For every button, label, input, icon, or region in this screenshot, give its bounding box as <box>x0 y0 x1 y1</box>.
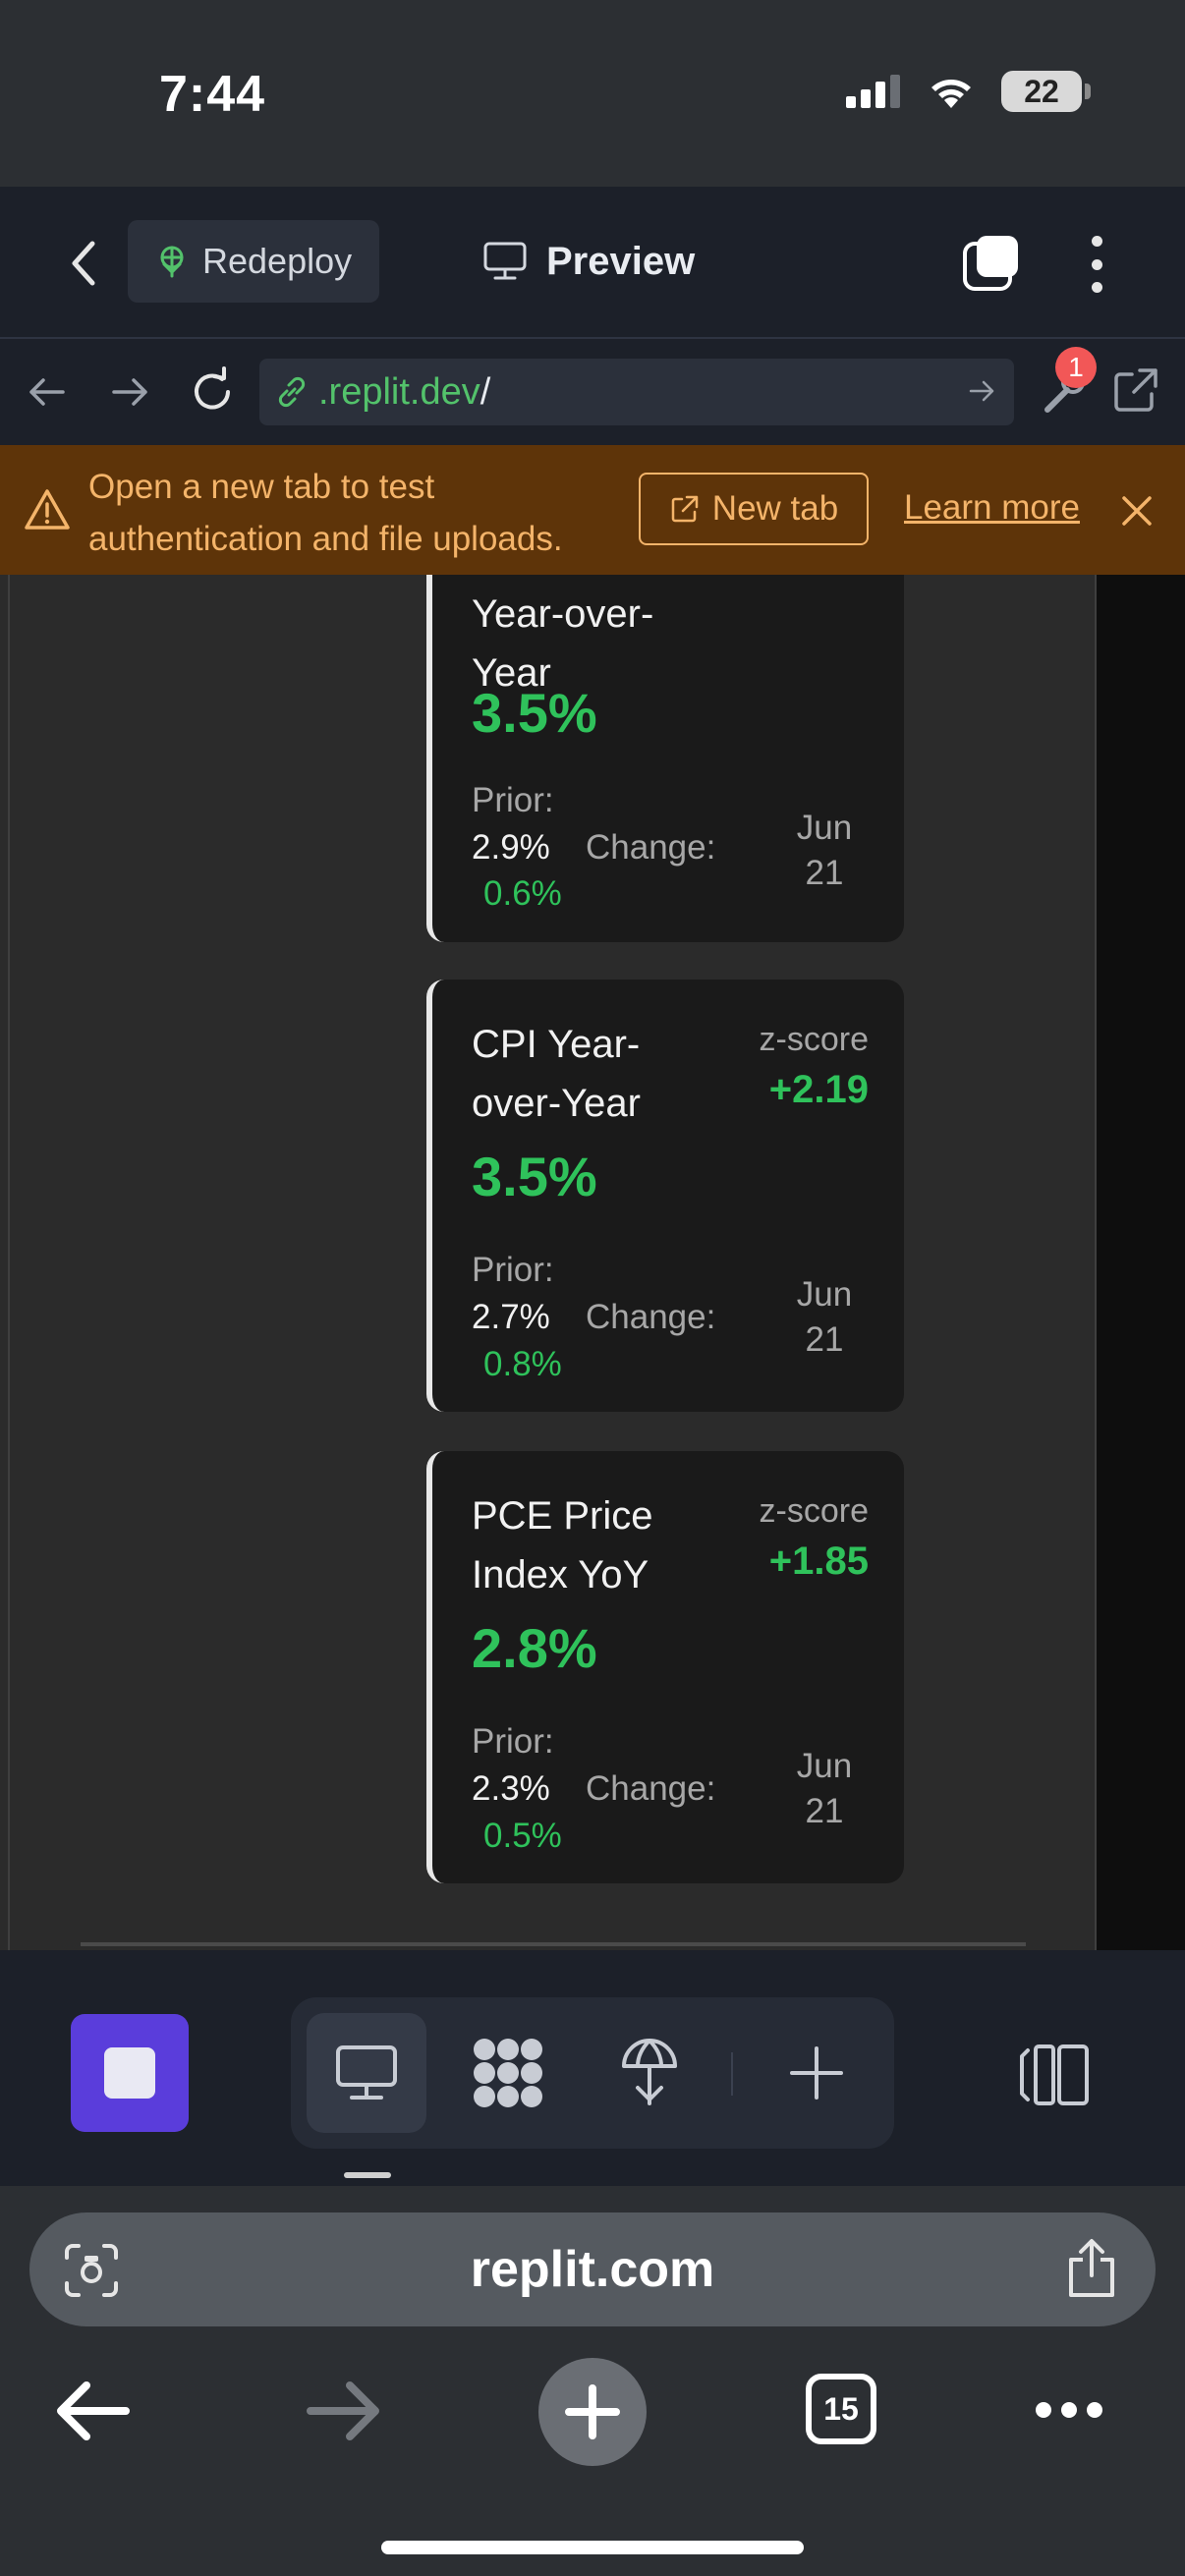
arrow-left-icon[interactable] <box>20 364 75 420</box>
prior-value: 2.3% <box>472 1769 550 1808</box>
deploy-icon <box>622 2039 677 2105</box>
tabs-count-button[interactable]: 15 <box>806 2374 876 2444</box>
replit-header: Redeploy Preview <box>0 187 1185 339</box>
card-title: PCE Price Index YoY <box>472 1494 653 1596</box>
arrow-right-icon[interactable] <box>305 2380 383 2442</box>
stop-button[interactable] <box>71 2014 189 2132</box>
monitor-icon <box>483 242 527 280</box>
learn-more-link[interactable]: Learn more <box>904 488 1080 528</box>
replit-toolbar <box>0 1950 1185 2186</box>
tab-preview-monitor[interactable] <box>307 2013 426 2133</box>
wifi-icon <box>931 80 971 108</box>
change-value: 0.5% <box>483 1817 562 1855</box>
prior-label: Prior: <box>472 1251 554 1289</box>
arrow-right-icon[interactable] <box>965 374 998 408</box>
status-time: 7:44 <box>159 66 266 123</box>
card-value: 2.8% <box>472 1617 597 1679</box>
prior-label: Prior: <box>472 781 554 819</box>
redeploy-label: Redeploy <box>202 241 353 281</box>
z-score-label: z-score <box>759 1492 869 1530</box>
plus-icon <box>790 2046 843 2100</box>
arrow-right-icon[interactable] <box>102 364 157 420</box>
apps-icon <box>474 2039 542 2107</box>
date-label: Jun 21 <box>796 809 853 892</box>
panel-icon[interactable] <box>1018 2041 1093 2109</box>
more-horizontal-icon[interactable] <box>1034 2395 1104 2425</box>
deploy-icon <box>160 246 184 278</box>
home-indicator <box>381 2541 804 2554</box>
tab-apps[interactable] <box>448 2013 568 2133</box>
metric-card: CPI Year-over-Year z-score +2.19 3.5% Pr… <box>426 980 904 1412</box>
new-tab-button[interactable]: New tab <box>639 473 869 545</box>
metric-card: PCE Price Index YoY z-score +1.85 2.8% P… <box>426 1451 904 1883</box>
tab-preview[interactable]: Preview <box>483 220 695 303</box>
card-value: 3.5% <box>472 1146 597 1207</box>
change-value: 0.6% <box>483 874 562 913</box>
tool-tabs <box>291 1997 894 2149</box>
metric-card: Year-over-Year 3.5% Prior: 2.9% Change: … <box>426 575 904 942</box>
chevron-left-icon[interactable] <box>59 234 108 293</box>
more-vertical-icon[interactable] <box>1081 230 1112 299</box>
share-icon[interactable] <box>1063 2238 1120 2299</box>
prior-label: Prior: <box>472 1722 554 1761</box>
prior-value: 2.9% <box>472 828 550 867</box>
reload-icon[interactable] <box>185 364 240 420</box>
safari-address-bar[interactable]: replit.com <box>29 2212 1156 2326</box>
arrow-left-icon[interactable] <box>53 2380 132 2442</box>
date-label: Jun 21 <box>796 1747 853 1830</box>
stop-icon <box>104 2047 155 2099</box>
date-label: Jun 21 <box>796 1275 853 1359</box>
change-label: Change: <box>586 1769 716 1808</box>
url-host: .replit.dev <box>318 370 480 413</box>
plus-icon <box>565 2384 620 2439</box>
status-bar: 7:44 22 <box>0 0 1185 187</box>
safari-url: replit.com <box>470 2241 715 2298</box>
new-tab-label: New tab <box>711 489 839 528</box>
scan-icon[interactable] <box>63 2242 120 2299</box>
signal-icon <box>846 75 900 108</box>
external-link-icon <box>671 495 699 523</box>
change-label: Change: <box>586 1298 716 1336</box>
card-title: CPI Year-over-Year <box>472 1023 641 1125</box>
url-path: / <box>480 370 491 413</box>
monitor-icon <box>336 2045 397 2100</box>
warning-icon <box>25 489 70 530</box>
status-icons: 22 <box>846 71 1091 112</box>
battery-icon: 22 <box>1001 71 1091 112</box>
url-bar: .replit.dev/ 1 <box>0 339 1185 445</box>
app-preview-content: Year-over-Year 3.5% Prior: 2.9% Change: … <box>0 575 1185 1950</box>
notification-badge: 1 <box>1055 347 1097 388</box>
z-score-label: z-score <box>759 1021 869 1058</box>
horizontal-scrollbar[interactable] <box>81 1942 1026 1946</box>
close-icon[interactable] <box>1118 492 1156 530</box>
external-link-icon[interactable] <box>1110 364 1161 416</box>
link-icon <box>278 376 306 408</box>
z-score-value: +1.85 <box>768 1540 869 1583</box>
redeploy-button[interactable]: Redeploy <box>128 220 379 303</box>
new-tab-plus-button[interactable] <box>538 2358 647 2466</box>
z-score-value: +2.19 <box>768 1068 869 1111</box>
window-icon[interactable] <box>961 234 1022 295</box>
card-value: 3.5% <box>472 682 597 744</box>
banner-message: Open a new tab to test authentication an… <box>88 468 563 558</box>
tab-deployments[interactable] <box>590 2013 709 2133</box>
url-input[interactable]: .replit.dev / <box>259 359 1014 425</box>
change-label: Change: <box>586 828 716 867</box>
auth-warning-banner: Open a new tab to test authentication an… <box>0 445 1185 575</box>
prior-value: 2.7% <box>472 1298 550 1336</box>
change-value: 0.8% <box>483 1345 562 1383</box>
add-tab-button[interactable] <box>757 2013 876 2133</box>
preview-label: Preview <box>546 239 696 283</box>
